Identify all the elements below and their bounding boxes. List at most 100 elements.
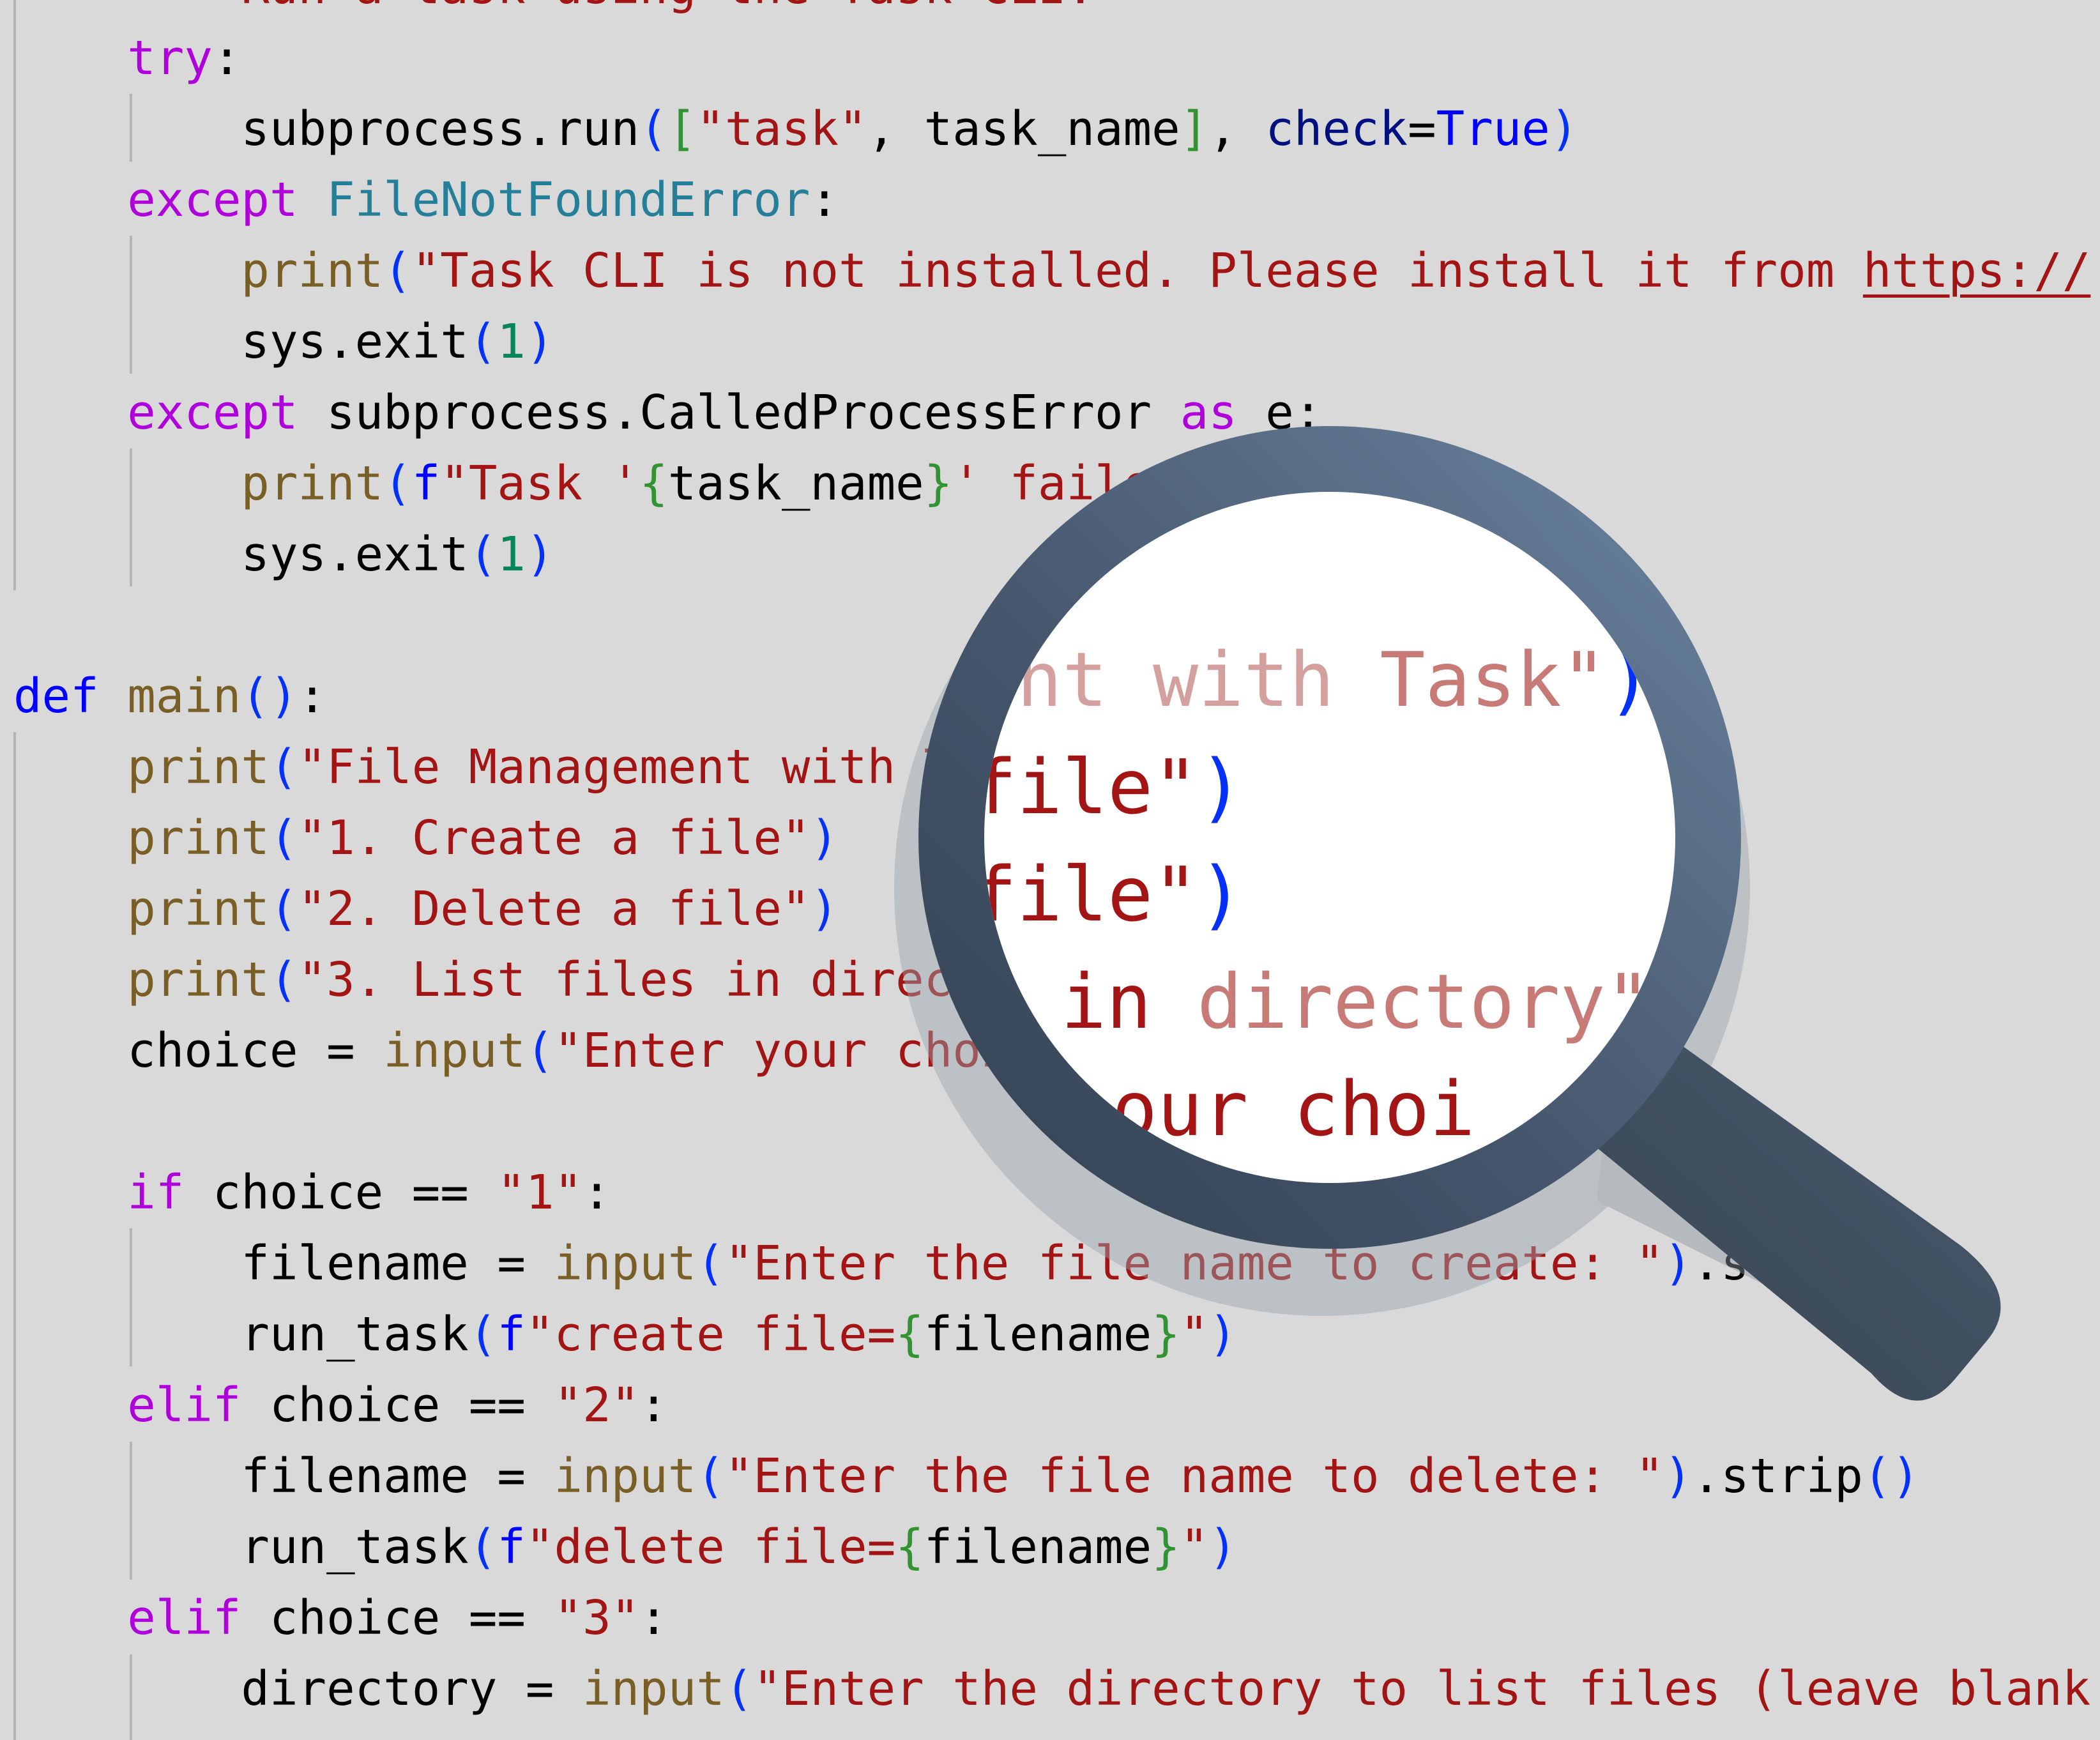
code-token: filename = [13,1236,554,1291]
code-token: subprocess.run [13,102,640,156]
code-token: ) [525,314,554,369]
code-token: main [127,669,241,724]
code-token: "3" [554,1591,640,1645]
code-token: [ [667,102,697,156]
code-token: ( [696,1236,725,1291]
code-token: e: [1236,385,1323,440]
code-token: ( [269,881,298,936]
code-token: input [383,1023,526,1078]
code-token: "task" [696,102,867,156]
code-line: Run a task using the Task CLI. [13,0,1095,23]
code-token: { [895,1307,924,1362]
code-token: input [554,1236,697,1291]
code-token: "2" [554,1378,640,1433]
code-token: ( [383,243,412,298]
code-token: ) [810,881,839,936]
code-token: print [127,811,270,866]
code-token: ( [269,952,298,1007]
code-token: ) [810,811,839,866]
code-editor[interactable]: Run a task using the Task CLI. try: subp… [0,0,2100,1740]
code-token: filename [924,1520,1152,1575]
code-token: input [582,1661,725,1716]
code-token: https:// [1862,243,2091,298]
code-token: .strip [1692,1449,1863,1504]
code-token: filename [924,1307,1152,1362]
code-line: except FileNotFoundError: [13,165,839,236]
code-line: elif choice == "3": [13,1583,668,1654]
code-token: ( [696,1449,725,1504]
indent-guide [130,1654,132,1740]
code-line: filename = input("Enter the file name to… [13,1441,1920,1512]
code-token: ( [383,456,412,511]
code-token: check [1265,102,1408,156]
code-token: ) [525,527,554,582]
code-line: subprocess.run(["task", task_name], chec… [13,94,1578,165]
code-token: f [497,1307,526,1362]
code-token: " [1180,1520,1209,1575]
code-line: filename = input("Enter the file name to… [13,1228,1920,1299]
code-token: f [411,456,441,511]
code-line: if choice == "1": [13,1157,611,1228]
code-token: ( [269,811,298,866]
code-token: ' failed [952,456,1180,511]
code-token: 1 [497,314,526,369]
code-line: def main(): [13,661,326,732]
code-token: 1 [497,527,526,582]
code-token: ) [1066,740,1095,795]
code-token: "delete file= [525,1520,896,1575]
code-token: print [127,881,270,936]
code-token: directory = [13,1661,583,1716]
code-token: "create file= [525,1307,896,1362]
code-token: print [127,740,270,795]
code-token: input [554,1449,697,1504]
code-token: ) [1664,1236,1693,1291]
code-token: ) [1664,1449,1693,1504]
code-token: filename = [13,1449,554,1504]
code-line: run_task(f"delete file={filename}") [13,1512,1236,1583]
code-token: "1" [497,1165,583,1220]
code-token: subprocess.CalledProcessError [298,385,1180,440]
code-token: ( [525,1023,554,1078]
code-token: , [1208,102,1266,156]
code-line: choice = input("Enter your choice [13,1016,1066,1087]
indent-guide [130,236,132,374]
code-token: = [1408,102,1436,156]
code-token: : [810,172,839,227]
indent-guide [130,1442,132,1580]
code-token: : [639,1591,668,1645]
code-token: : [298,669,327,724]
code-token: , task_name [867,102,1180,156]
code-token: as [1180,385,1237,440]
code-token: elif [127,1591,241,1645]
code-token: ) [1095,952,1123,1007]
code-token: } [924,456,953,511]
code-token: choice == [184,1165,498,1220]
code-line: try: [13,23,241,94]
code-token: "1. Create a file" [298,811,810,866]
indent-guide [13,732,16,1740]
code-token: () [1862,1449,1921,1504]
code-token: def [13,669,99,724]
code-token: .strip [1692,1236,1863,1291]
code-token: task_name [667,456,924,511]
code-line: run_task(f"create file={filename}") [13,1299,1237,1370]
code-token: ( [639,102,668,156]
code-line: print("1. Create a file") [13,803,839,874]
code-token: " [1180,1307,1209,1362]
code-line: print("File Management with Task") [13,732,1095,803]
code-token: ) [1208,1307,1237,1362]
code-token: "Enter your choice [554,1023,1067,1078]
code-token: print [127,952,270,1007]
code-token: choice = [13,1023,384,1078]
code-line: elif choice == "2": [13,1370,668,1441]
code-token: : [212,31,241,86]
